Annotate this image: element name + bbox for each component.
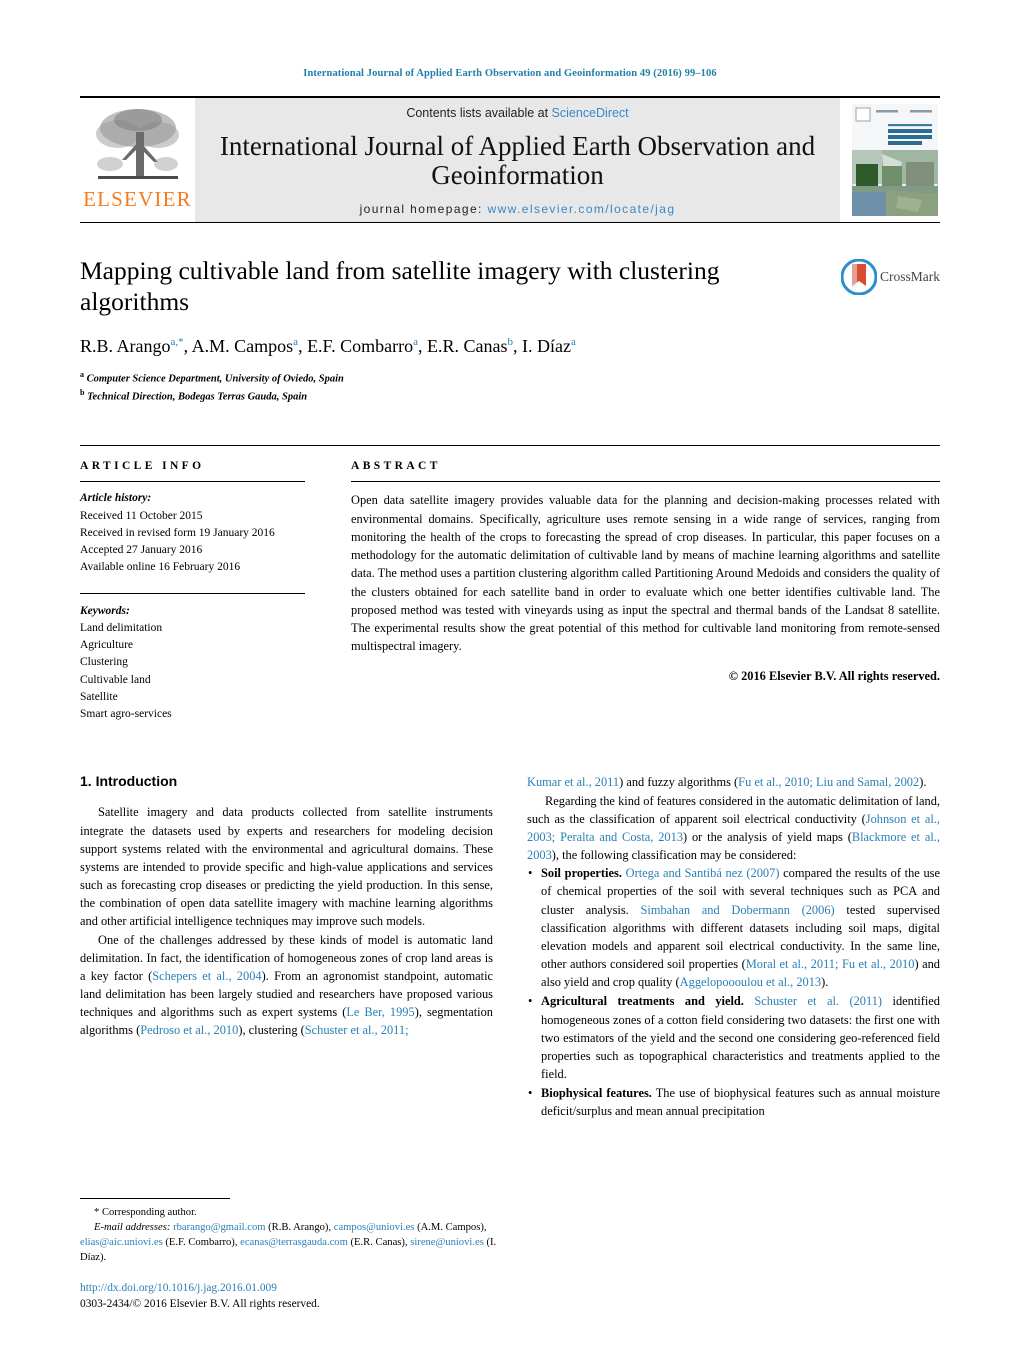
article-info-column: ARTICLE INFO Article history: Received 1…: [80, 446, 323, 723]
elsevier-logo: ELSEVIER: [80, 98, 195, 222]
running-head: International Journal of Applied Earth O…: [303, 68, 717, 79]
history-item: Available online 16 February 2016: [80, 561, 241, 574]
body-column-right: Kumar et al., 2011) and fuzzy algorithms…: [527, 773, 940, 1121]
elsevier-wordmark: ELSEVIER: [83, 187, 192, 211]
journal-cover-thumbnail: [840, 98, 940, 222]
contents-available-line: Contents lists available at ScienceDirec…: [205, 106, 830, 120]
contents-prefix: Contents lists available at: [406, 106, 552, 120]
footnote-divider: [80, 1198, 230, 1199]
article-info-rule: [80, 481, 305, 483]
journal-masthead: ELSEVIER Contents lists available at Sci…: [80, 96, 940, 223]
history-item: Received 11 October 2015: [80, 509, 203, 522]
feature-classification-list: Soil properties. Ortega and Santibá nez …: [527, 864, 940, 1120]
journal-homepage-line: journal homepage: www.elsevier.com/locat…: [205, 202, 830, 216]
paragraph: Kumar et al., 2011) and fuzzy algorithms…: [527, 775, 927, 790]
abstract-rule: [351, 481, 940, 483]
crossmark-label: CrossMark: [880, 269, 940, 284]
doi-link[interactable]: http://dx.doi.org/10.1016/j.jag.2016.01.…: [80, 1280, 540, 1297]
history-item: Received in revised form 19 January 2016: [80, 526, 275, 539]
keywords-block: Keywords: Land delimitation Agriculture …: [80, 592, 305, 724]
keyword-item: Agriculture: [80, 639, 134, 652]
sciencedirect-link[interactable]: ScienceDirect: [552, 106, 629, 120]
article-info-heading: ARTICLE INFO: [80, 460, 205, 473]
affiliation-list: a Computer Science Department, Universit…: [80, 369, 822, 406]
abstract-column: ABSTRACT Open data satellite imagery pro…: [323, 446, 940, 723]
email-label: E-mail addresses:: [94, 1221, 171, 1233]
keyword-item: Satellite: [80, 690, 118, 703]
article-history-label: Article history:: [80, 492, 152, 505]
journal-cover-image: [852, 104, 938, 216]
homepage-url-link[interactable]: www.elsevier.com/locate/jag: [488, 202, 676, 216]
list-item: Soil properties. Ortega and Santibá nez …: [528, 864, 940, 991]
abstract-text: Open data satellite imagery provides val…: [351, 493, 940, 654]
footnote-block: * Corresponding author. E-mail addresses…: [80, 1205, 500, 1265]
journal-name: International Journal of Applied Earth O…: [219, 130, 816, 190]
doi-block: http://dx.doi.org/10.1016/j.jag.2016.01.…: [80, 1280, 540, 1313]
title-area: Mapping cultivable land from satellite i…: [80, 255, 940, 405]
page-title: Mapping cultivable land from satellite i…: [80, 256, 720, 317]
title-column: Mapping cultivable land from satellite i…: [80, 255, 840, 405]
affiliation-b: b Technical Direction, Bodegas Terras Ga…: [80, 387, 308, 403]
abstract-heading: ABSTRACT: [351, 460, 441, 473]
copyright-line: © 2016 Elsevier B.V. All rights reserved…: [728, 669, 940, 684]
issn-copyright-line: 0303-2434/© 2016 Elsevier B.V. All right…: [80, 1298, 320, 1311]
body-columns: 1. Introduction Satellite imagery and da…: [80, 773, 940, 1121]
journal-title-block: Contents lists available at ScienceDirec…: [195, 98, 840, 222]
crossmark-badge[interactable]: CrossMark: [840, 255, 940, 295]
email-addresses: E-mail addresses: rbarango@gmail.com (R.…: [80, 1220, 500, 1265]
info-abstract-section: ARTICLE INFO Article history: Received 1…: [80, 445, 940, 723]
author-list: R.B. Arangoa,*, A.M. Camposa, E.F. Comba…: [80, 336, 576, 357]
crossmark-icon: [841, 259, 877, 295]
keyword-item: Clustering: [80, 656, 128, 669]
affiliation-a: a Computer Science Department, Universit…: [80, 369, 344, 385]
elsevier-tree-icon: [91, 102, 184, 188]
paper-page: International Journal of Applied Earth O…: [0, 0, 1020, 1351]
keyword-item: Smart agro-services: [80, 708, 172, 721]
list-item: Agricultural treatments and yield. Schus…: [528, 992, 940, 1083]
paragraph: Satellite imagery and data products coll…: [80, 805, 493, 929]
homepage-prefix: journal homepage:: [359, 202, 488, 216]
list-item: Biophysical features. The use of biophys…: [528, 1084, 940, 1120]
section-heading-introduction: 1. Introduction: [80, 773, 178, 790]
body-column-left: 1. Introduction Satellite imagery and da…: [80, 773, 493, 1121]
paragraph: One of the challenges addressed by these…: [80, 932, 494, 1038]
corresponding-author-note: * Corresponding author.: [94, 1206, 197, 1218]
keyword-item: Cultivable land: [80, 673, 151, 686]
keywords-label: Keywords:: [80, 604, 130, 617]
history-item: Accepted 27 January 2016: [80, 544, 203, 557]
paragraph: Regarding the kind of features considere…: [527, 793, 940, 863]
keyword-item: Land delimitation: [80, 621, 163, 634]
